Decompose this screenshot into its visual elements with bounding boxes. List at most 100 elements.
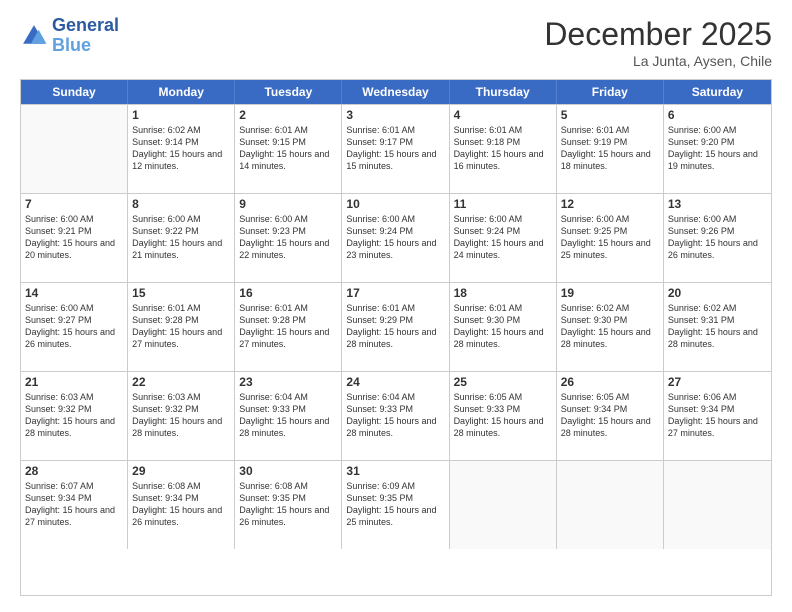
calendar-cell-2-6: 20Sunrise: 6:02 AMSunset: 9:31 PMDayligh… (664, 283, 771, 371)
cell-info: Sunrise: 6:01 AMSunset: 9:28 PMDaylight:… (132, 302, 230, 351)
weekday-sunday: Sunday (21, 80, 128, 104)
logo: General Blue (20, 16, 119, 56)
calendar-cell-3-6: 27Sunrise: 6:06 AMSunset: 9:34 PMDayligh… (664, 372, 771, 460)
calendar-cell-0-5: 5 Sunrise: 6:01 AMSunset: 9:19 PMDaylight… (557, 105, 664, 193)
calendar-cell-2-4: 18 Sunrise: 6:01 AMSunset: 9:30 PMDayligh… (450, 283, 557, 371)
day-number: 28 (25, 464, 123, 478)
calendar-cell-2-1: 15 Sunrise: 6:01 AMSunset: 9:28 PMDayligh… (128, 283, 235, 371)
cell-info: Sunrise: 6:05 AMSunset: 9:34 PMDaylight:… (561, 391, 659, 440)
cell-info: Sunrise: 6:09 AMSunset: 9:35 PMDaylight:… (346, 480, 444, 529)
cell-info: Sunrise: 6:08 AMSunset: 9:35 PMDaylight:… (239, 480, 337, 529)
calendar-row-3: 21 Sunrise: 6:03 AMSunset: 9:32 PMDayligh… (21, 371, 771, 460)
calendar-cell-1-1: 8Sunrise: 6:00 AMSunset: 9:22 PMDaylight… (128, 194, 235, 282)
calendar: Sunday Monday Tuesday Wednesday Thursday… (20, 79, 772, 596)
day-number: 5 (561, 108, 659, 122)
day-number: 2 (239, 108, 337, 122)
day-number: 30 (239, 464, 337, 478)
day-number: 23 (239, 375, 337, 389)
day-number: 20 (668, 286, 767, 300)
cell-info: Sunrise: 6:00 AMSunset: 9:24 PMDaylight:… (454, 213, 552, 262)
cell-info: Sunrise: 6:02 AMSunset: 9:14 PMDaylight:… (132, 124, 230, 173)
calendar-cell-3-4: 25 Sunrise: 6:05 AMSunset: 9:33 PMDayligh… (450, 372, 557, 460)
calendar-cell-1-4: 11 Sunrise: 6:00 AMSunset: 9:24 PMDayligh… (450, 194, 557, 282)
day-number: 1 (132, 108, 230, 122)
title-block: December 2025 La Junta, Aysen, Chile (544, 16, 772, 69)
cell-info: Sunrise: 6:03 AMSunset: 9:32 PMDaylight:… (132, 391, 230, 440)
logo-text: General Blue (52, 16, 119, 56)
cell-info: Sunrise: 6:01 AMSunset: 9:19 PMDaylight:… (561, 124, 659, 173)
cell-info: Sunrise: 6:01 AMSunset: 9:30 PMDaylight:… (454, 302, 552, 351)
weekday-tuesday: Tuesday (235, 80, 342, 104)
day-number: 27 (668, 375, 767, 389)
calendar-cell-0-0 (21, 105, 128, 193)
calendar-cell-3-5: 26 Sunrise: 6:05 AMSunset: 9:34 PMDayligh… (557, 372, 664, 460)
calendar-cell-1-0: 7 Sunrise: 6:00 AMSunset: 9:21 PMDaylight… (21, 194, 128, 282)
cell-info: Sunrise: 6:05 AMSunset: 9:33 PMDaylight:… (454, 391, 552, 440)
location: La Junta, Aysen, Chile (544, 53, 772, 69)
day-number: 31 (346, 464, 444, 478)
cell-info: Sunrise: 6:00 AMSunset: 9:20 PMDaylight:… (668, 124, 767, 173)
day-number: 21 (25, 375, 123, 389)
page: General Blue December 2025 La Junta, Ays… (0, 0, 792, 612)
calendar-cell-0-3: 3Sunrise: 6:01 AMSunset: 9:17 PMDaylight… (342, 105, 449, 193)
calendar-cell-1-6: 13 Sunrise: 6:00 AMSunset: 9:26 PMDayligh… (664, 194, 771, 282)
cell-info: Sunrise: 6:00 AMSunset: 9:25 PMDaylight:… (561, 213, 659, 262)
calendar-cell-4-1: 29 Sunrise: 6:08 AMSunset: 9:34 PMDayligh… (128, 461, 235, 549)
calendar-cell-4-5 (557, 461, 664, 549)
day-number: 12 (561, 197, 659, 211)
calendar-cell-2-5: 19 Sunrise: 6:02 AMSunset: 9:30 PMDayligh… (557, 283, 664, 371)
cell-info: Sunrise: 6:01 AMSunset: 9:18 PMDaylight:… (454, 124, 552, 173)
calendar-cell-2-2: 16 Sunrise: 6:01 AMSunset: 9:28 PMDayligh… (235, 283, 342, 371)
cell-info: Sunrise: 6:04 AMSunset: 9:33 PMDaylight:… (346, 391, 444, 440)
weekday-wednesday: Wednesday (342, 80, 449, 104)
calendar-cell-3-1: 22 Sunrise: 6:03 AMSunset: 9:32 PMDayligh… (128, 372, 235, 460)
day-number: 7 (25, 197, 123, 211)
calendar-cell-0-4: 4 Sunrise: 6:01 AMSunset: 9:18 PMDaylight… (450, 105, 557, 193)
calendar-cell-0-1: 1 Sunrise: 6:02 AMSunset: 9:14 PMDaylight… (128, 105, 235, 193)
day-number: 18 (454, 286, 552, 300)
day-number: 4 (454, 108, 552, 122)
day-number: 9 (239, 197, 337, 211)
calendar-cell-1-3: 10 Sunrise: 6:00 AMSunset: 9:24 PMDayligh… (342, 194, 449, 282)
calendar-row-2: 14Sunrise: 6:00 AMSunset: 9:27 PMDayligh… (21, 282, 771, 371)
header: General Blue December 2025 La Junta, Ays… (20, 16, 772, 69)
calendar-body: 1 Sunrise: 6:02 AMSunset: 9:14 PMDaylight… (21, 104, 771, 549)
day-number: 15 (132, 286, 230, 300)
calendar-cell-3-3: 24 Sunrise: 6:04 AMSunset: 9:33 PMDayligh… (342, 372, 449, 460)
logo-icon (20, 22, 48, 50)
day-number: 14 (25, 286, 123, 300)
calendar-cell-4-3: 31 Sunrise: 6:09 AMSunset: 9:35 PMDayligh… (342, 461, 449, 549)
cell-info: Sunrise: 6:01 AMSunset: 9:17 PMDaylight:… (346, 124, 444, 173)
cell-info: Sunrise: 6:00 AMSunset: 9:23 PMDaylight:… (239, 213, 337, 262)
calendar-row-0: 1 Sunrise: 6:02 AMSunset: 9:14 PMDaylight… (21, 104, 771, 193)
day-number: 10 (346, 197, 444, 211)
day-number: 16 (239, 286, 337, 300)
day-number: 19 (561, 286, 659, 300)
day-number: 29 (132, 464, 230, 478)
day-number: 22 (132, 375, 230, 389)
day-number: 13 (668, 197, 767, 211)
cell-info: Sunrise: 6:00 AMSunset: 9:21 PMDaylight:… (25, 213, 123, 262)
calendar-cell-1-5: 12 Sunrise: 6:00 AMSunset: 9:25 PMDayligh… (557, 194, 664, 282)
calendar-cell-4-4 (450, 461, 557, 549)
calendar-cell-4-6 (664, 461, 771, 549)
calendar-cell-0-6: 6Sunrise: 6:00 AMSunset: 9:20 PMDaylight… (664, 105, 771, 193)
calendar-cell-2-3: 17Sunrise: 6:01 AMSunset: 9:29 PMDayligh… (342, 283, 449, 371)
cell-info: Sunrise: 6:08 AMSunset: 9:34 PMDaylight:… (132, 480, 230, 529)
calendar-header: Sunday Monday Tuesday Wednesday Thursday… (21, 80, 771, 104)
cell-info: Sunrise: 6:00 AMSunset: 9:24 PMDaylight:… (346, 213, 444, 262)
day-number: 11 (454, 197, 552, 211)
day-number: 26 (561, 375, 659, 389)
cell-info: Sunrise: 6:00 AMSunset: 9:26 PMDaylight:… (668, 213, 767, 262)
cell-info: Sunrise: 6:01 AMSunset: 9:15 PMDaylight:… (239, 124, 337, 173)
cell-info: Sunrise: 6:07 AMSunset: 9:34 PMDaylight:… (25, 480, 123, 529)
cell-info: Sunrise: 6:02 AMSunset: 9:30 PMDaylight:… (561, 302, 659, 351)
cell-info: Sunrise: 6:01 AMSunset: 9:28 PMDaylight:… (239, 302, 337, 351)
day-number: 25 (454, 375, 552, 389)
calendar-row-1: 7 Sunrise: 6:00 AMSunset: 9:21 PMDaylight… (21, 193, 771, 282)
calendar-cell-1-2: 9 Sunrise: 6:00 AMSunset: 9:23 PMDaylight… (235, 194, 342, 282)
day-number: 24 (346, 375, 444, 389)
calendar-cell-0-2: 2 Sunrise: 6:01 AMSunset: 9:15 PMDaylight… (235, 105, 342, 193)
calendar-cell-4-2: 30 Sunrise: 6:08 AMSunset: 9:35 PMDayligh… (235, 461, 342, 549)
cell-info: Sunrise: 6:01 AMSunset: 9:29 PMDaylight:… (346, 302, 444, 351)
